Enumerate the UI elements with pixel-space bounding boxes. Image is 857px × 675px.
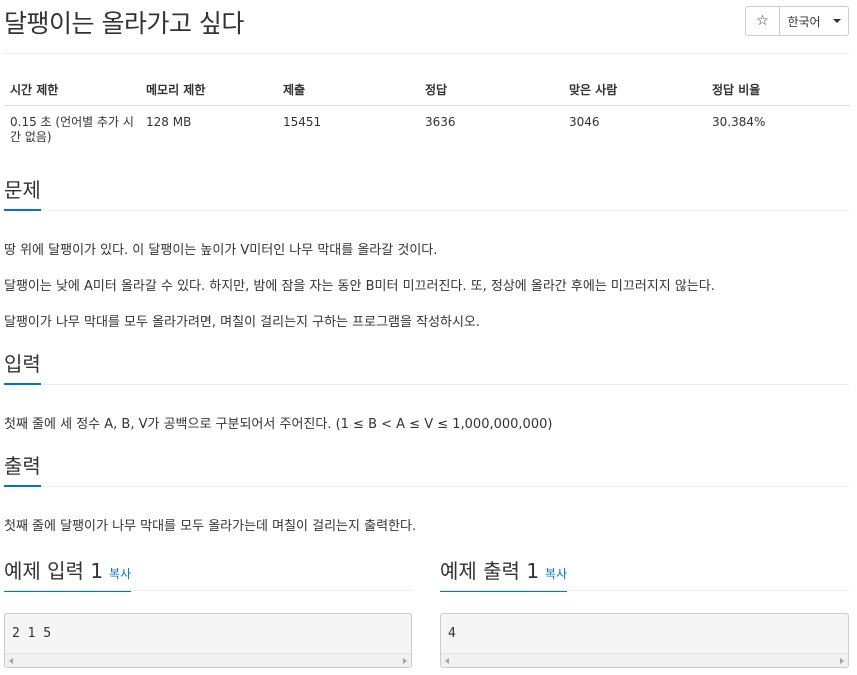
table-header-row: 시간 제한 메모리 제한 제출 정답 맞은 사람 정답 비율 (4, 75, 850, 106)
time-limit-line: 간 없음) (10, 130, 52, 144)
header-accept-ratio: 정답 비율 (706, 75, 850, 106)
problem-title: 달팽이는 올라가고 싶다 (4, 9, 244, 38)
sample-output-title: 예제 출력 1 복사 (440, 555, 568, 592)
sample-output-header: 예제 출력 1 복사 (440, 556, 849, 592)
scroll-right-icon[interactable] (403, 658, 407, 664)
output-section-header: 출력 (4, 453, 849, 487)
sample-input-title: 예제 입력 1 복사 (4, 555, 132, 592)
input-section-title: 입력 (4, 348, 41, 385)
header-submissions: 제출 (277, 75, 419, 106)
problem-section-title: 문제 (4, 174, 41, 211)
caret-down-icon (832, 19, 841, 23)
input-description: 첫째 줄에 세 정수 A, B, V가 공백으로 구분되어서 주어진다. (1 … (4, 417, 553, 432)
language-dropdown[interactable]: 한국어 (780, 6, 849, 36)
scroll-left-icon[interactable] (445, 658, 449, 664)
sample-input-header: 예제 입력 1 복사 (4, 556, 412, 592)
memory-limit-cell: 128 MB (146, 115, 192, 129)
time-limit-line: 0.15 초 (언어별 추가 시 (10, 115, 134, 129)
sample-output-value: 4 (448, 626, 456, 641)
problem-info-table: 시간 제한 메모리 제한 제출 정답 맞은 사람 정답 비율 0.15 초 (언… (4, 75, 850, 154)
problem-toolbar: ☆ 한국어 (745, 6, 849, 36)
sample-output-divider (440, 590, 849, 591)
table-row: 0.15 초 (언어별 추가 시 간 없음) 128 MB 15451 3636… (4, 106, 850, 155)
sample-output-box[interactable]: 4 (440, 613, 849, 668)
sample-input-box[interactable]: 2 1 5 (4, 613, 412, 668)
problem-description-line: 땅 위에 달팽이가 있다. 이 달팽이는 높이가 V미터인 나무 막대를 올라갈… (4, 243, 438, 258)
title-divider (4, 53, 849, 54)
input-section-header: 입력 (4, 351, 849, 385)
output-section-title: 출력 (4, 450, 41, 487)
star-button[interactable]: ☆ (745, 6, 780, 36)
sample-input-title-text: 예제 입력 1 (4, 559, 104, 583)
output-description: 첫째 줄에 달팽이가 나무 막대를 모두 올라가는데 며칠이 걸리는지 출력한다… (4, 519, 417, 534)
horizontal-scrollbar[interactable] (5, 653, 411, 667)
accepted-cell: 3636 (425, 115, 456, 129)
horizontal-scrollbar[interactable] (441, 653, 848, 667)
copy-sample-output-link[interactable]: 복사 (545, 567, 567, 581)
header-accepted: 정답 (419, 75, 563, 106)
scroll-right-icon[interactable] (840, 658, 844, 664)
scroll-left-icon[interactable] (9, 658, 13, 664)
header-memory-limit: 메모리 제한 (140, 75, 277, 106)
header-time-limit: 시간 제한 (4, 75, 140, 106)
solved-users-cell: 3046 (569, 115, 600, 129)
star-icon: ☆ (756, 13, 769, 29)
copy-sample-input-link[interactable]: 복사 (109, 567, 131, 581)
accept-ratio-cell: 30.384% (712, 115, 766, 129)
language-label: 한국어 (787, 14, 821, 29)
time-limit-cell: 0.15 초 (언어별 추가 시 간 없음) (4, 106, 140, 155)
sample-output-title-text: 예제 출력 1 (440, 559, 540, 583)
sample-input-divider (4, 590, 412, 591)
problem-description-line: 달팽이는 낮에 A미터 올라갈 수 있다. 하지만, 밤에 잠을 자는 동안 B… (4, 279, 715, 294)
sample-input-value: 2 1 5 (12, 626, 52, 641)
header-solved-users: 맞은 사람 (563, 75, 706, 106)
problem-description-line: 달팽이가 나무 막대를 모두 올라가려면, 며칠이 걸리는지 구하는 프로그램을… (4, 315, 481, 330)
problem-section-header: 문제 (4, 177, 849, 211)
submissions-cell: 15451 (283, 115, 322, 129)
